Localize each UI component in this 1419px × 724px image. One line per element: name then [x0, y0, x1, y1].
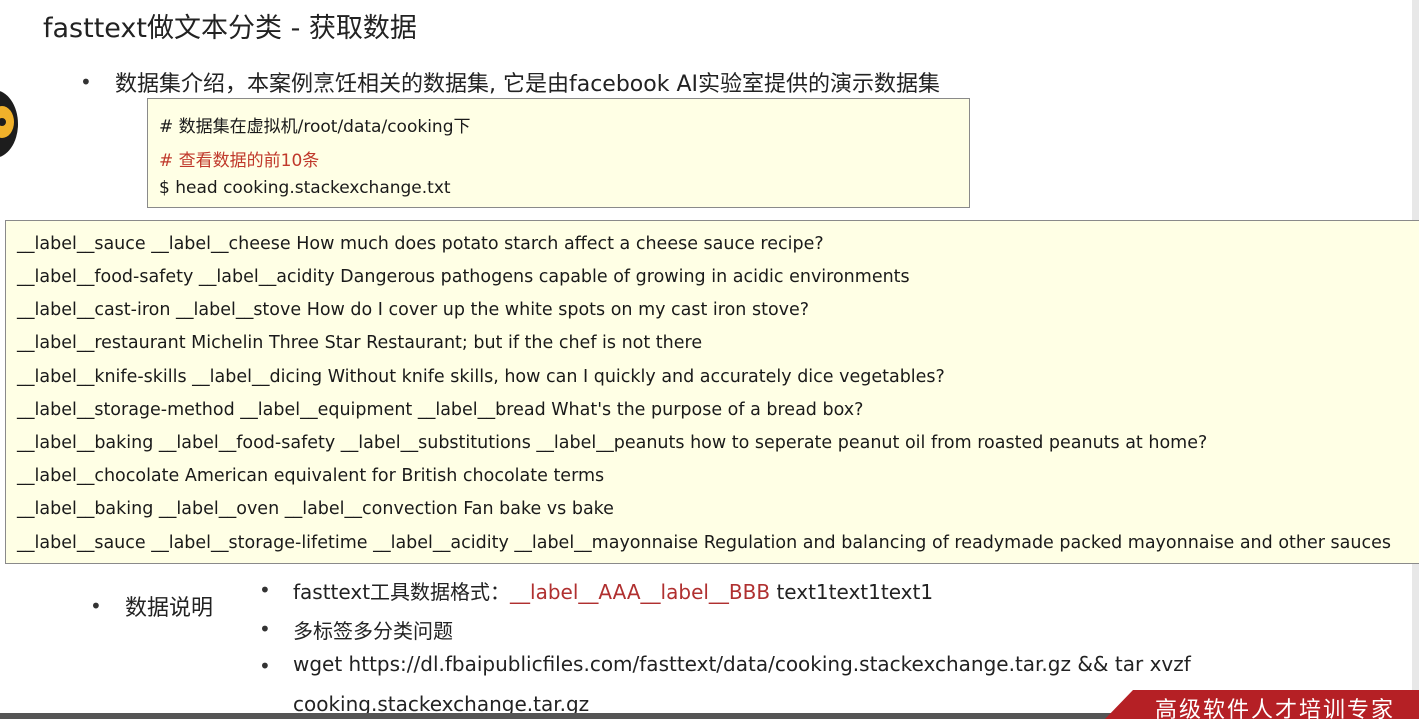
- output-line: __label__restaurant Michelin Three Star …: [17, 333, 703, 353]
- slide-title: fasttext做文本分类 - 获取数据: [43, 13, 417, 44]
- output-line: __label__knife-skills __label__dicing Wi…: [17, 367, 945, 387]
- output-line: __label__cast-iron __label__stove How do…: [17, 300, 810, 320]
- bullet-dot-icon: •: [259, 578, 271, 602]
- multi-label-bullet: 多标签多分类问题: [293, 619, 453, 643]
- bullet-dot-icon: •: [80, 70, 92, 94]
- output-line: __label__sauce __label__storage-lifetime…: [17, 533, 1391, 553]
- output-line: __label__chocolate American equivalent f…: [17, 466, 605, 486]
- bullet-dot-icon: •: [259, 654, 271, 678]
- command-comment-head: # 查看数据的前10条: [159, 151, 320, 171]
- output-line: __label__baking __label__oven __label__c…: [17, 499, 614, 519]
- intro-bullet-text: 数据集介绍，本案例烹饪相关的数据集, 它是由facebook AI实验室提供的演…: [115, 72, 941, 97]
- format-example: __label__AAA__label__BBB: [510, 580, 771, 604]
- command-head: $ head cooking.stackexchange.txt: [159, 178, 451, 198]
- command-code-box: # 数据集在虚拟机/root/data/cooking下 # 查看数据的前10条…: [147, 98, 970, 208]
- output-code-box: __label__sauce __label__cheese How much …: [5, 220, 1419, 564]
- output-line: __label__sauce __label__cheese How much …: [17, 234, 824, 254]
- format-bullet: fasttext工具数据格式：__label__AAA__label__BBB …: [293, 576, 933, 605]
- format-suffix: text1text1text1: [770, 580, 934, 604]
- explanation-label: 数据说明: [125, 596, 214, 621]
- bullet-dot-icon: •: [259, 617, 271, 641]
- output-line: __label__food-safety __label__acidity Da…: [17, 267, 910, 287]
- bullet-dot-icon: •: [90, 594, 102, 618]
- download-command-line1: wget https://dl.fbaipublicfiles.com/fast…: [293, 652, 1191, 676]
- output-line: __label__storage-method __label__equipme…: [17, 400, 864, 420]
- command-comment-path: # 数据集在虚拟机/root/data/cooking下: [159, 117, 471, 137]
- footer-brand-text: 高级软件人才培训专家: [1155, 698, 1396, 723]
- format-prefix: fasttext工具数据格式：: [293, 580, 511, 604]
- mascot-icon: [0, 90, 18, 158]
- output-line: __label__baking __label__food-safety __l…: [17, 433, 1208, 453]
